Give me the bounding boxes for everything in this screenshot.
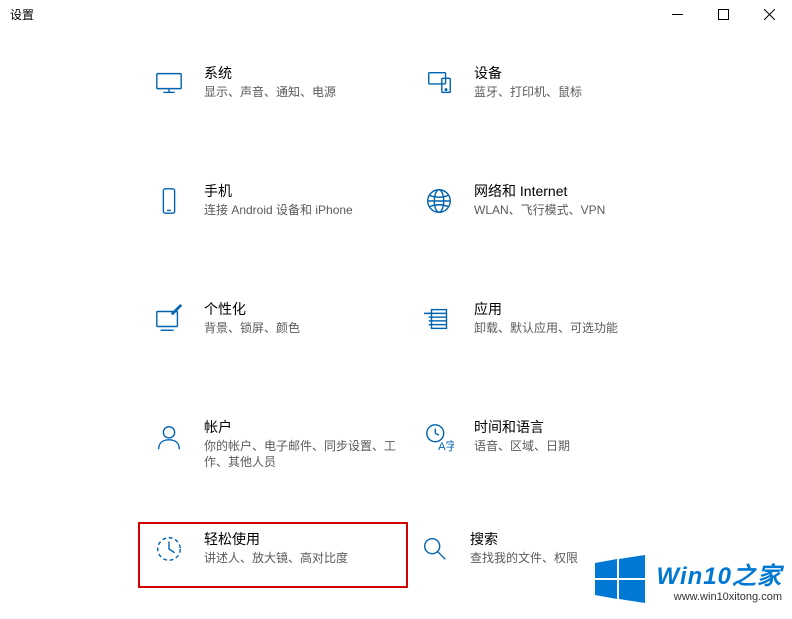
category-network[interactable]: 网络和 Internet WLAN、飞行模式、VPN <box>410 174 680 228</box>
close-icon <box>764 9 775 20</box>
category-desc: 背景、锁屏、颜色 <box>204 320 400 336</box>
system-icon <box>150 64 188 102</box>
settings-home: 系统 显示、声音、通知、电源 设备 蓝牙、打印机、鼠标 <box>0 28 792 34</box>
category-desc: 连接 Android 设备和 iPhone <box>204 202 400 218</box>
category-title: 搜索 <box>470 530 666 548</box>
category-accounts[interactable]: 帐户 你的帐户、电子邮件、同步设置、工作、其他人员 <box>140 410 410 478</box>
search-icon <box>416 530 454 568</box>
svg-text:A字: A字 <box>438 439 454 452</box>
accounts-icon <box>150 418 188 456</box>
minimize-button[interactable] <box>654 0 700 28</box>
category-title: 网络和 Internet <box>474 182 670 200</box>
category-title: 手机 <box>204 182 400 200</box>
ease-of-access-icon <box>150 530 188 568</box>
category-desc: 你的帐户、电子邮件、同步设置、工作、其他人员 <box>204 438 400 470</box>
watermark-url: www.win10xitong.com <box>657 591 782 603</box>
category-grid: 系统 显示、声音、通知、电源 设备 蓝牙、打印机、鼠标 <box>140 56 700 619</box>
category-apps[interactable]: 应用 卸载、默认应用、可选功能 <box>410 292 680 346</box>
category-desc: 卸载、默认应用、可选功能 <box>474 320 670 336</box>
category-personalize[interactable]: 个性化 背景、锁屏、颜色 <box>140 292 410 346</box>
title-bar: 设置 <box>0 0 792 28</box>
category-title: 帐户 <box>204 418 400 436</box>
devices-icon <box>420 64 458 102</box>
maximize-button[interactable] <box>700 0 746 28</box>
category-desc: WLAN、飞行模式、VPN <box>474 202 670 218</box>
category-desc: 讲述人、放大镜、高对比度 <box>204 550 396 566</box>
maximize-icon <box>718 9 729 20</box>
category-system[interactable]: 系统 显示、声音、通知、电源 <box>140 56 410 110</box>
time-language-icon: A字 <box>420 418 458 456</box>
category-title: 个性化 <box>204 300 400 318</box>
watermark-title: Win10之家 <box>657 556 782 591</box>
personalize-icon <box>150 300 188 338</box>
windows-logo-icon <box>589 549 649 609</box>
category-title: 应用 <box>474 300 670 318</box>
category-desc: 显示、声音、通知、电源 <box>204 84 400 100</box>
minimize-icon <box>672 9 683 20</box>
category-time[interactable]: A字 时间和语言 语音、区域、日期 <box>410 410 680 478</box>
category-title: 轻松使用 <box>204 530 396 548</box>
category-title: 设备 <box>474 64 670 82</box>
category-devices[interactable]: 设备 蓝牙、打印机、鼠标 <box>410 56 680 110</box>
category-phone[interactable]: 手机 连接 Android 设备和 iPhone <box>140 174 410 228</box>
watermark: Win10之家 www.win10xitong.com <box>589 549 782 609</box>
category-title: 时间和语言 <box>474 418 670 436</box>
category-desc: 蓝牙、打印机、鼠标 <box>474 84 670 100</box>
network-icon <box>420 182 458 220</box>
category-ease-of-access[interactable]: 轻松使用 讲述人、放大镜、高对比度 <box>138 522 408 588</box>
apps-icon <box>420 300 458 338</box>
category-desc: 语音、区域、日期 <box>474 438 670 454</box>
category-title: 系统 <box>204 64 400 82</box>
window-controls <box>654 0 792 28</box>
close-button[interactable] <box>746 0 792 28</box>
window-title: 设置 <box>10 6 34 23</box>
phone-icon <box>150 182 188 220</box>
